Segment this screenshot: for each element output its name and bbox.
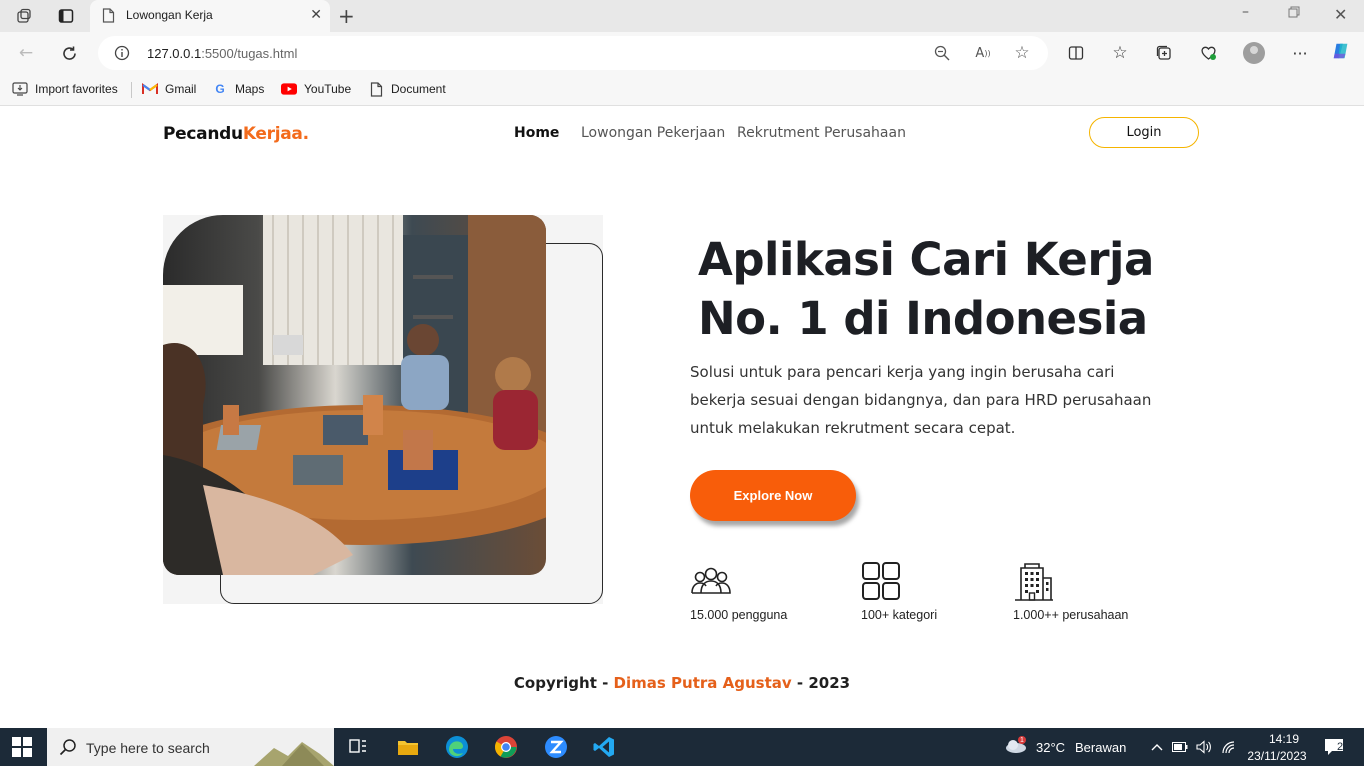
page-viewport: PecanduKerjaa. Home Lowongan Pekerjaan R…: [2, 108, 1362, 726]
fav-label: Import favorites: [35, 82, 118, 96]
login-button[interactable]: Login: [1089, 117, 1199, 148]
nav-lowongan-pekerjaan[interactable]: Lowongan Pekerjaan: [581, 125, 725, 141]
collections-icon[interactable]: [1154, 43, 1174, 63]
fav-gmail[interactable]: Gmail: [142, 81, 196, 97]
file-explorer-icon[interactable]: [396, 735, 420, 759]
copyright-prefix: Copyright -: [513, 674, 614, 692]
close-window-icon[interactable]: ✕: [1334, 5, 1347, 24]
clock-date[interactable]: 23/11/2023: [1246, 749, 1308, 763]
copyright-year: - 2023: [791, 674, 851, 692]
close-tab-icon[interactable]: ✕: [310, 8, 322, 22]
address-toolbar: ← 127.0.0.1:5500/tugas.html A)) ☆ ☆ ···: [0, 32, 1364, 74]
notification-count: 2: [1337, 741, 1344, 753]
fav-maps[interactable]: G Maps: [212, 81, 264, 97]
edge-icon[interactable]: [445, 735, 469, 759]
users-icon: [691, 567, 731, 594]
favorite-star-icon[interactable]: ☆: [1013, 43, 1031, 63]
fav-label: Maps: [235, 82, 265, 96]
windows-start-icon[interactable]: [12, 737, 32, 757]
import-icon: [12, 81, 28, 97]
document-icon: [102, 8, 115, 27]
document-icon: [368, 81, 384, 97]
logo-accent: Kerjaa.: [242, 124, 309, 144]
stat-label: 15.000 pengguna: [690, 608, 788, 622]
minimize-icon[interactable]: –: [1242, 4, 1249, 20]
taskbar-search[interactable]: Type here to search: [47, 728, 334, 766]
new-tab-icon[interactable]: +: [338, 6, 355, 26]
browser-tab-bar: Lowongan Kerja ✕ + – ✕: [0, 0, 1364, 32]
copyright-footer: Copyright - Dimas Putra Agustav - 2023: [2, 674, 1362, 692]
wifi-icon[interactable]: [1221, 739, 1237, 755]
url-host: 127.0.0.1: [147, 46, 202, 61]
battery-icon[interactable]: [1172, 739, 1188, 755]
read-aloud-icon[interactable]: A)): [974, 44, 992, 62]
stat-companies: 1.000++ perusahaan: [1013, 562, 1128, 622]
stat-categories: 100+ kategori: [861, 562, 937, 622]
chevron-up-icon[interactable]: [1149, 739, 1165, 755]
stat-users: 15.000 pengguna: [690, 562, 787, 622]
logo-main: Pecandu: [163, 124, 243, 144]
fav-label: Document: [391, 82, 446, 96]
headline-line-2: No. 1 di Indonesia: [698, 292, 1148, 345]
weather-temp: 32°C: [1036, 740, 1066, 755]
nav-home[interactable]: Home: [514, 125, 559, 141]
google-icon: G: [215, 82, 225, 96]
clock-time[interactable]: 14:19: [1262, 732, 1306, 746]
more-menu-icon[interactable]: ···: [1290, 43, 1310, 63]
refresh-icon[interactable]: [59, 43, 79, 63]
fav-label: Gmail: [165, 82, 197, 96]
youtube-icon: [281, 81, 297, 97]
author-name: Dimas Putra Agustav: [613, 674, 792, 692]
split-screen-icon[interactable]: [1066, 43, 1086, 63]
url-text: 127.0.0.1:5500/tugas.html: [147, 46, 297, 61]
search-placeholder: Type here to search: [86, 740, 210, 756]
zoom-icon[interactable]: [933, 44, 951, 62]
favorites-list-icon[interactable]: ☆: [1110, 43, 1130, 63]
restore-icon[interactable]: [1288, 6, 1300, 22]
stat-label: 100+ kategori: [861, 608, 938, 622]
site-info-icon[interactable]: [114, 45, 130, 65]
weather-desc: Berawan: [1075, 740, 1127, 755]
gmail-icon: [142, 81, 158, 97]
tab-actions-icon[interactable]: [57, 7, 75, 25]
stat-label: 1.000++ perusahaan: [1013, 608, 1129, 622]
favorites-bar: [0, 74, 1364, 106]
nav-rekrutment-perusahaan[interactable]: Rekrutment Perusahaan: [737, 125, 906, 141]
profile-avatar[interactable]: [1243, 42, 1265, 64]
url-path: :5500/tugas.html: [201, 46, 298, 61]
hero-photo: [163, 215, 546, 575]
fav-document[interactable]: Document: [368, 81, 446, 97]
search-icon: [59, 738, 77, 760]
fav-import[interactable]: Import favorites: [12, 81, 118, 97]
zoom-app-icon[interactable]: [544, 735, 568, 759]
fav-divider: [131, 82, 132, 98]
hero-subtext: Solusi untuk para pencari kerja yang ing…: [690, 363, 1152, 437]
headline-line-1: Aplikasi Cari Kerja: [698, 233, 1154, 286]
weather-icon[interactable]: [1004, 736, 1028, 753]
copilot-icon[interactable]: [1331, 41, 1351, 61]
weather-badge: 1: [1020, 737, 1024, 744]
grid-icon: [862, 562, 900, 600]
hero-headline: Aplikasi Cari Kerja No. 1 di Indonesia: [698, 230, 1168, 348]
vscode-icon[interactable]: [592, 735, 616, 759]
back-icon[interactable]: ←: [16, 43, 36, 63]
workspaces-icon[interactable]: [15, 7, 33, 25]
task-view-icon[interactable]: [346, 735, 370, 759]
volume-icon[interactable]: [1196, 739, 1212, 755]
explore-now-button[interactable]: Explore Now: [690, 470, 856, 521]
building-icon: [1015, 563, 1053, 601]
search-highlight-icon: [254, 734, 334, 766]
tab-title: Lowongan Kerja: [126, 8, 213, 22]
url-bar[interactable]: 127.0.0.1:5500/tugas.html A)) ☆: [98, 36, 1048, 70]
fav-youtube[interactable]: YouTube: [281, 81, 351, 97]
tab-active[interactable]: Lowongan Kerja ✕: [90, 0, 330, 32]
browser-essentials-icon[interactable]: [1198, 43, 1218, 63]
chrome-icon[interactable]: [494, 735, 518, 759]
fav-label: YouTube: [304, 82, 352, 96]
site-logo[interactable]: PecanduKerjaa.: [163, 124, 309, 144]
windows-taskbar: Type here to search 1 32°C Berawan 14:19…: [0, 728, 1364, 766]
